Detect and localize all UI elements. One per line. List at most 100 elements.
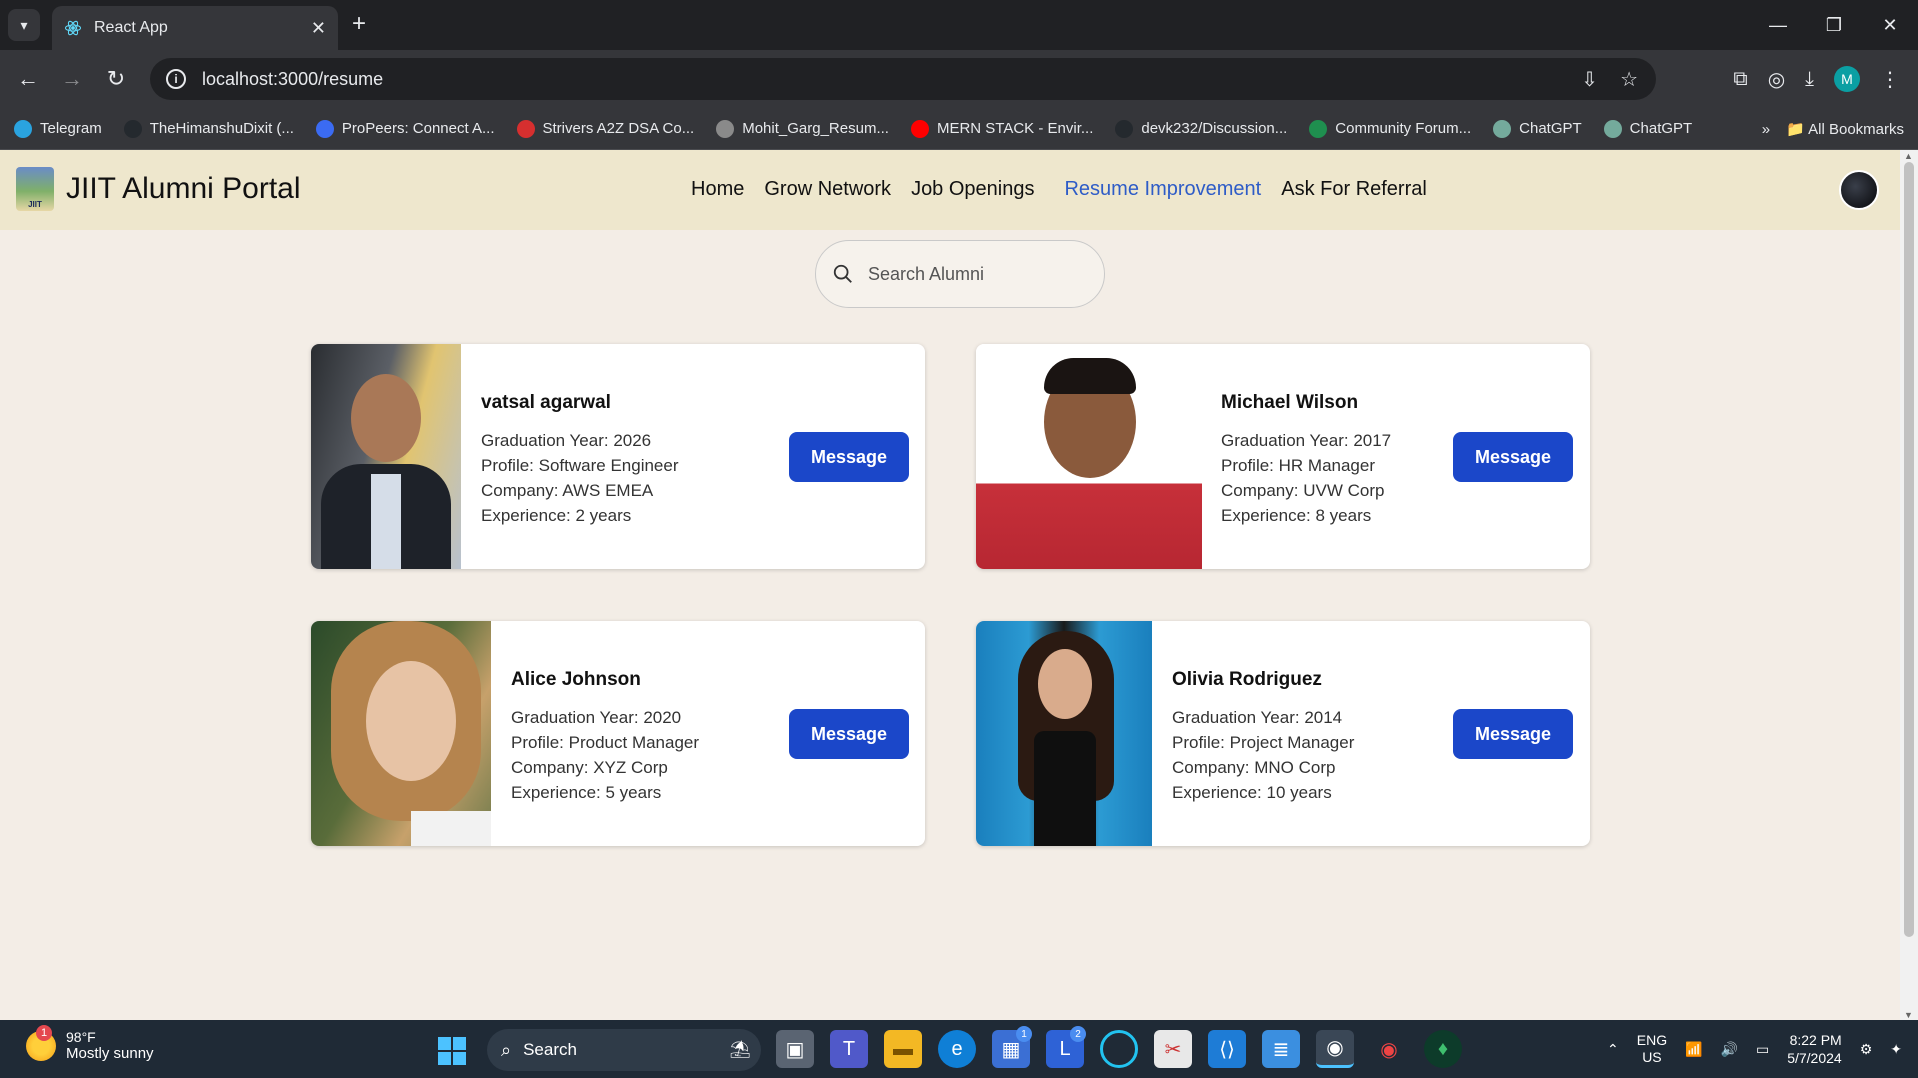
bookmark-label: ProPeers: Connect A...	[341, 120, 495, 137]
bookmark-label: Mohit_Garg_Resum...	[742, 120, 889, 137]
alumni-photo	[976, 621, 1152, 846]
snipping-tool-icon[interactable]: ✂	[1154, 1030, 1192, 1068]
store-icon[interactable]: ▦ 1	[992, 1026, 1032, 1068]
bookmark-favicon-icon	[315, 119, 334, 138]
bookmark-item[interactable]: Community Forum...	[1309, 119, 1471, 138]
settings-gear-icon[interactable]: ⚙	[1860, 1041, 1873, 1058]
alumni-name: Olivia Rodriguez	[1172, 669, 1322, 690]
bookmark-item[interactable]: ProPeers: Connect A...	[315, 119, 495, 138]
bookmark-item[interactable]: TheHimanshuDixit (...	[123, 119, 294, 138]
clock[interactable]: 8:22 PM 5/7/2024	[1787, 1031, 1842, 1067]
profile-avatar[interactable]: M	[1834, 66, 1860, 92]
performance-icon[interactable]: ◎	[1768, 67, 1785, 92]
nav-home[interactable]: Home	[691, 178, 744, 201]
bookmark-favicon-icon	[1493, 119, 1512, 138]
profile: Profile: Software Engineer	[481, 456, 679, 475]
weather-widget[interactable]: 1 98°F Mostly sunny	[26, 1024, 154, 1062]
bookmark-item[interactable]: devk232/Discussion...	[1115, 119, 1287, 138]
company: Company: MNO Corp	[1172, 758, 1336, 777]
address-bar[interactable]: i localhost:3000/resume ⇩ ☆	[150, 58, 1656, 100]
scrollbar-thumb[interactable]	[1904, 162, 1914, 937]
battery-icon[interactable]: ▭	[1756, 1041, 1769, 1058]
nav-job-openings[interactable]: Job Openings	[911, 178, 1034, 201]
forward-icon[interactable]: →	[56, 63, 88, 95]
message-button[interactable]: Message	[1453, 432, 1573, 482]
all-bookmarks[interactable]: 📁 All Bookmarks	[1786, 120, 1904, 138]
bookmark-item[interactable]: MERN STACK - Envir...	[910, 119, 1093, 138]
search-placeholder: Search Alumni	[868, 263, 985, 284]
cortana-icon[interactable]	[1100, 1030, 1138, 1068]
minimize-icon[interactable]: —	[1750, 0, 1806, 50]
bookmark-item[interactable]: ChatGPT	[1603, 119, 1693, 138]
search-alumni-input[interactable]: Search Alumni	[815, 240, 1105, 308]
bookmark-star-icon[interactable]: ☆	[1620, 67, 1638, 92]
nav-resume-improvement[interactable]: Resume Improvement	[1064, 178, 1261, 201]
mongodb-icon[interactable]: ♦	[1424, 1030, 1462, 1068]
profile: Profile: HR Manager	[1221, 456, 1376, 475]
l-app-icon[interactable]: L2	[1046, 1026, 1086, 1068]
tab-title: React App	[94, 19, 168, 36]
task-view-icon[interactable]: ▣	[776, 1030, 814, 1068]
more-bookmarks-icon[interactable]: »	[1762, 121, 1770, 138]
close-tab-icon[interactable]: ✕	[311, 18, 326, 39]
menu-icon[interactable]: ⋮	[1880, 67, 1900, 92]
url-text[interactable]: localhost:3000/resume	[202, 69, 1581, 90]
scroll-up-icon[interactable]: ▲	[1904, 151, 1913, 161]
site-brand[interactable]: JIIT Alumni Portal	[66, 172, 301, 206]
copilot-icon[interactable]: ✦	[1890, 1041, 1902, 1058]
browser-tab-bar: ▾ React App ✕ + — ❐ ✕	[0, 0, 1918, 50]
teams-icon[interactable]: T	[830, 1030, 868, 1068]
company: Company: AWS EMEA	[481, 481, 654, 500]
scroll-down-icon[interactable]: ▼	[1904, 1010, 1913, 1020]
site-info-icon[interactable]: i	[166, 69, 186, 89]
language-indicator[interactable]: ENG US	[1637, 1032, 1667, 1066]
react-icon	[64, 20, 82, 36]
bookmarks-bar: Telegram TheHimanshuDixit (... ProPeers: C…	[0, 108, 1918, 150]
notepad-icon[interactable]: ≣	[1262, 1030, 1300, 1068]
file-explorer-icon[interactable]: ▬	[884, 1030, 922, 1068]
jiit-logo[interactable]: JIIT	[16, 167, 54, 211]
new-tab-icon[interactable]: +	[352, 10, 366, 38]
bookmark-item[interactable]: Strivers A2Z DSA Co...	[516, 119, 694, 138]
message-button[interactable]: Message	[1453, 709, 1573, 759]
message-button[interactable]: Message	[789, 432, 909, 482]
bookmark-favicon-icon	[910, 119, 929, 138]
restore-icon[interactable]: ❐	[1806, 0, 1862, 50]
weather-condition: Mostly sunny	[66, 1045, 154, 1062]
experience: Experience: 5 years	[511, 783, 662, 802]
install-app-icon[interactable]: ⇩	[1581, 67, 1598, 92]
chrome-icon[interactable]: ◉	[1316, 1030, 1354, 1068]
bookmark-item[interactable]: Mohit_Garg_Resum...	[716, 119, 889, 138]
main-nav: Home Grow Network Job Openings Resume Im…	[691, 178, 1427, 201]
alumni-info: Michael Wilson Graduation Year: 2017 Pro…	[1221, 392, 1391, 528]
bookmark-favicon-icon	[516, 119, 535, 138]
back-icon[interactable]: ←	[12, 63, 44, 95]
bookmark-item[interactable]: ChatGPT	[1493, 119, 1582, 138]
vscode-icon[interactable]: ⟨⟩	[1208, 1030, 1246, 1068]
alumni-card: Alice Johnson Graduation Year: 2020 Prof…	[311, 621, 925, 846]
extensions-icon[interactable]: ⧉	[1733, 68, 1747, 91]
chrome-profile-icon[interactable]: ◉	[1370, 1030, 1408, 1068]
alumni-card: Olivia Rodriguez Graduation Year: 2014 P…	[976, 621, 1590, 846]
bookmark-label: ChatGPT	[1629, 120, 1693, 137]
edge-icon[interactable]: e	[938, 1030, 976, 1068]
browser-tab[interactable]: React App ✕	[52, 6, 338, 50]
page-scrollbar[interactable]: ▲ ▼	[1900, 150, 1918, 1020]
wifi-icon[interactable]: 📶	[1685, 1041, 1702, 1058]
downloads-icon[interactable]: ⤓	[1805, 68, 1814, 91]
profile: Profile: Product Manager	[511, 733, 700, 752]
close-window-icon[interactable]: ✕	[1862, 0, 1918, 50]
nav-ask-for-referral[interactable]: Ask For Referral	[1281, 178, 1427, 201]
nav-grow-network[interactable]: Grow Network	[764, 178, 891, 201]
show-hidden-icons-icon[interactable]: ⌃	[1607, 1041, 1619, 1058]
message-button[interactable]: Message	[789, 709, 909, 759]
taskbar-search[interactable]: ⌕ Search ⛱	[487, 1029, 761, 1071]
experience: Experience: 2 years	[481, 506, 632, 525]
user-avatar[interactable]	[1839, 170, 1879, 210]
reload-icon[interactable]: ↻	[100, 63, 132, 95]
windows-start-icon[interactable]	[438, 1037, 466, 1065]
tab-search-button[interactable]: ▾	[8, 9, 40, 41]
bookmark-item[interactable]: Telegram	[14, 119, 102, 138]
volume-icon[interactable]: 🔊	[1721, 1041, 1738, 1058]
lang-region: US	[1642, 1049, 1662, 1065]
